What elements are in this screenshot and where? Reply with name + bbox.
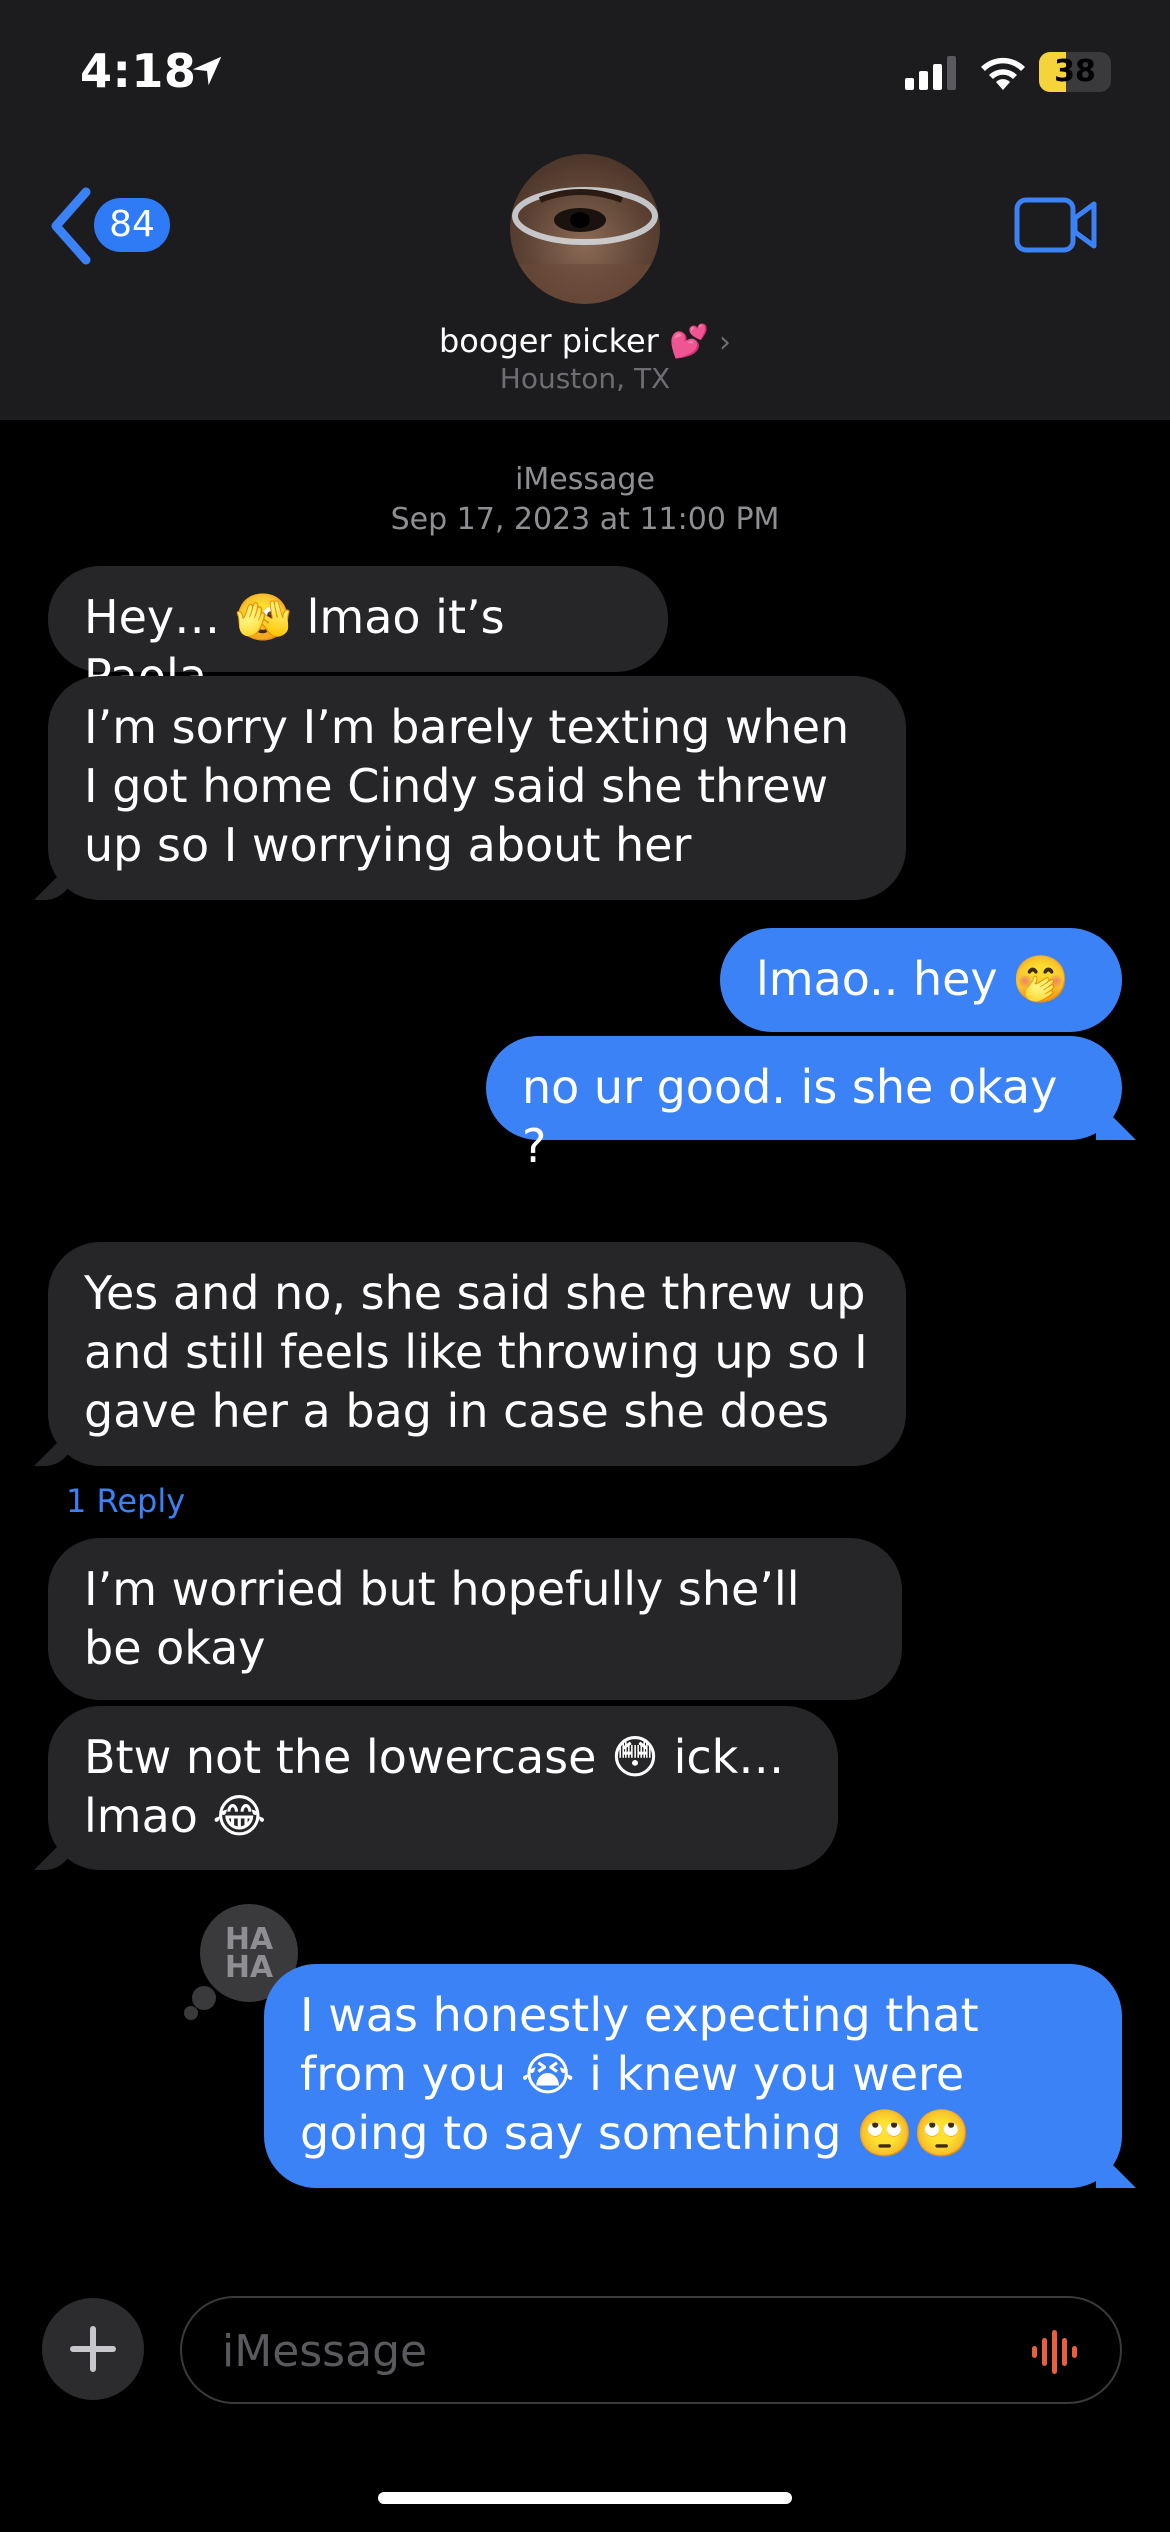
message-text: no ur good. is she okay ? bbox=[522, 1060, 1058, 1173]
avatar-photo bbox=[510, 187, 660, 304]
message-bubble-incoming[interactable]: Hey… 🫣 lmao it’s Paola bbox=[48, 566, 668, 703]
contact-name-text: booger picker 💕 bbox=[438, 322, 709, 360]
home-indicator[interactable] bbox=[378, 2492, 792, 2504]
message-bubble-incoming[interactable]: Btw not the lowercase 😳 ick… lmao 😂 bbox=[48, 1706, 838, 1870]
message-text: lmao.. hey 🤭 bbox=[756, 952, 1070, 1006]
thread-reply-link[interactable]: 1 Reply bbox=[66, 1482, 185, 1520]
plus-icon bbox=[70, 2326, 116, 2372]
message-compose-field[interactable] bbox=[180, 2296, 1122, 2404]
message-text: I’m sorry I’m barely texting when I got … bbox=[84, 700, 850, 872]
message-bubble-outgoing[interactable]: no ur good. is she okay ? bbox=[486, 1036, 1122, 1173]
battery-indicator: 38 bbox=[1039, 52, 1111, 92]
message-input[interactable] bbox=[220, 2318, 984, 2384]
audio-waveform-icon[interactable] bbox=[1030, 2328, 1086, 2376]
message-text: I was honestly expecting that from you 😭… bbox=[300, 1988, 979, 2160]
message-text: Yes and no, she said she threw up and st… bbox=[84, 1266, 868, 1438]
message-bubble-incoming[interactable]: Yes and no, she said she threw up and st… bbox=[48, 1242, 906, 1466]
messages-screen: 4:18 38 84 booger picker 💕 › Houston, TX… bbox=[0, 0, 1170, 2532]
apps-plus-button[interactable] bbox=[42, 2298, 144, 2400]
battery-label: 38 bbox=[1054, 54, 1096, 89]
message-bubble-incoming[interactable]: I’m sorry I’m barely texting when I got … bbox=[48, 676, 906, 900]
location-arrow-icon bbox=[192, 56, 222, 86]
facetime-video-icon[interactable] bbox=[1014, 196, 1098, 254]
tapback-tail-dot bbox=[184, 2006, 198, 2020]
wifi-icon bbox=[981, 57, 1025, 90]
cellular-signal-icon bbox=[905, 56, 956, 90]
conversation-header: 4:18 38 84 booger picker 💕 › Houston, TX bbox=[0, 0, 1170, 420]
contact-location: Houston, TX bbox=[499, 362, 671, 395]
message-bubble-outgoing[interactable]: I was honestly expecting that from you 😭… bbox=[264, 1964, 1122, 2188]
chevron-right-icon: › bbox=[719, 325, 731, 360]
conversation-date: Sep 17, 2023 at 11:00 PM bbox=[390, 502, 780, 537]
tapback-tail-dot bbox=[192, 1986, 216, 2010]
message-text: I’m worried but hopefully she’ll be okay bbox=[84, 1562, 800, 1675]
status-time: 4:18 bbox=[80, 44, 197, 98]
message-bubble-outgoing[interactable]: lmao.. hey 🤭 bbox=[720, 928, 1122, 1032]
message-text: Btw not the lowercase 😳 ick… lmao 😂 bbox=[84, 1730, 785, 1843]
unread-count-badge[interactable]: 84 bbox=[94, 198, 170, 252]
service-label: iMessage bbox=[515, 462, 655, 497]
contact-avatar[interactable] bbox=[510, 154, 660, 304]
contact-name[interactable]: booger picker 💕 › bbox=[0, 322, 1170, 360]
message-bubble-incoming[interactable]: I’m worried but hopefully she’ll be okay bbox=[48, 1538, 902, 1700]
